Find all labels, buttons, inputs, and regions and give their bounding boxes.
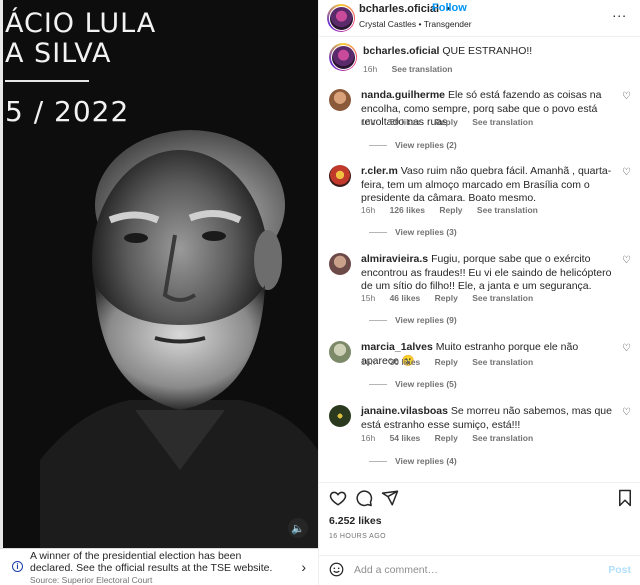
comment-likes[interactable]: 59 likes <box>390 117 421 127</box>
comment-avatar[interactable] <box>329 89 351 111</box>
post-button[interactable]: Post <box>608 564 631 576</box>
comment-avatar[interactable] <box>329 253 351 275</box>
caption-text-line: bcharles.oficial QUE ESTRANHO!! <box>363 45 532 57</box>
see-translation-link[interactable]: See translation <box>392 64 453 74</box>
send-icon[interactable] <box>381 489 399 507</box>
avatar-image <box>328 5 354 31</box>
reply-button[interactable]: Reply <box>435 117 458 127</box>
comment-text: almiravieira.s Fugiu, porque sabe que o … <box>361 253 619 294</box>
view-replies-label[interactable]: View replies (4) <box>395 456 457 466</box>
view-replies-label[interactable]: View replies (5) <box>395 379 457 389</box>
caption-avatar-image <box>330 44 356 70</box>
comment-text: janaine.vilasboas Se morreu não sabemos,… <box>361 405 619 432</box>
media-left-edge <box>0 0 3 548</box>
reply-button[interactable]: Reply <box>439 205 462 215</box>
speaker-muted-icon[interactable]: 🔈 <box>288 518 308 538</box>
comment-likes[interactable]: 126 likes <box>390 205 425 215</box>
more-options-icon[interactable]: ... <box>612 4 627 20</box>
comment-username[interactable]: janaine.vilasboas <box>361 405 448 417</box>
media-divider <box>5 80 89 82</box>
add-comment-bar: Add a comment… Post <box>319 555 640 583</box>
comment-avatar[interactable] <box>329 405 351 427</box>
post-media[interactable]: ÁCIO LULA A SILVA 5 / 2022 🔈 <box>0 0 318 548</box>
replies-line <box>369 320 387 322</box>
comment-avatar[interactable] <box>329 341 351 363</box>
comment-meta: 16h 126 likes Reply See translation <box>361 205 550 215</box>
comment-likes[interactable]: 30 likes <box>390 357 421 367</box>
avatar[interactable] <box>327 4 355 32</box>
media-title-line1: ÁCIO LULA <box>5 8 157 39</box>
heart-icon[interactable]: ♡ <box>622 255 631 266</box>
post-header: bcharles.oficial • Follow Crystal Castle… <box>319 0 640 37</box>
reply-button[interactable]: Reply <box>435 357 458 367</box>
comment-body: Vaso ruim não quebra fácil. Amanhã , qua… <box>361 165 612 204</box>
view-replies-button[interactable]: View replies (3) <box>369 227 457 237</box>
view-replies-button[interactable]: View replies (5) <box>369 379 457 389</box>
see-translation-link[interactable]: See translation <box>477 205 538 215</box>
post-timestamp[interactable]: 16 HOURS AGO <box>329 533 386 540</box>
view-replies-button[interactable]: View replies (4) <box>369 456 457 466</box>
comment-time[interactable]: 16h <box>361 433 375 443</box>
likes-count[interactable]: 6.252 likes <box>329 515 382 527</box>
comment-meta: 16h 54 likes Reply See translation <box>361 433 545 443</box>
comment-time[interactable]: 15h <box>361 293 375 303</box>
audio-label[interactable]: Crystal Castles • Transgender <box>359 19 472 29</box>
view-replies-button[interactable]: View replies (9) <box>369 315 457 325</box>
comment-username[interactable]: nanda.guilherme <box>361 89 445 101</box>
caption-text: QUE ESTRANHO!! <box>442 45 533 57</box>
comment-meta: 15h 46 likes Reply See translation <box>361 293 545 303</box>
smiley-icon[interactable] <box>329 562 344 577</box>
election-notice[interactable]: i A winner of the presidential election … <box>0 548 318 585</box>
replies-line <box>369 384 387 386</box>
heart-icon[interactable]: ♡ <box>622 407 631 418</box>
comment-text: r.cler.m Vaso ruim não quebra fácil. Ama… <box>361 165 619 206</box>
chevron-right-icon[interactable]: › <box>301 559 306 575</box>
media-title-line2: A SILVA <box>5 38 112 69</box>
comment-icon[interactable] <box>355 489 373 507</box>
caption-username[interactable]: bcharles.oficial <box>363 45 439 57</box>
see-translation-link[interactable]: See translation <box>472 117 533 127</box>
post-actions: 6.252 likes 16 HOURS AGO Add a comment… … <box>319 482 640 582</box>
view-replies-button[interactable]: View replies (2) <box>369 140 457 150</box>
reply-button[interactable]: Reply <box>435 293 458 303</box>
caption-avatar[interactable] <box>329 43 357 71</box>
comment-input[interactable]: Add a comment… <box>354 564 438 576</box>
see-translation-link[interactable]: See translation <box>472 293 533 303</box>
post-side-panel: bcharles.oficial • Follow Crystal Castle… <box>318 0 640 585</box>
replies-line <box>369 461 387 463</box>
comment-username[interactable]: marcia_1alves <box>361 341 433 353</box>
reply-button[interactable]: Reply <box>435 433 458 443</box>
see-translation-link[interactable]: See translation <box>472 433 533 443</box>
replies-line <box>369 232 387 234</box>
info-icon: i <box>12 561 23 572</box>
instagram-post-view: ÁCIO LULA A SILVA 5 / 2022 🔈 i A winner … <box>0 0 640 585</box>
caption-time[interactable]: 16h <box>363 64 377 74</box>
replies-line <box>369 145 387 147</box>
comment-avatar[interactable] <box>329 165 351 187</box>
comment-time[interactable]: 16h <box>361 117 375 127</box>
comment-likes[interactable]: 54 likes <box>390 433 421 443</box>
heart-icon[interactable] <box>329 489 347 507</box>
portrait-photo <box>40 130 318 548</box>
comment-username[interactable]: r.cler.m <box>361 165 398 177</box>
heart-icon[interactable]: ♡ <box>622 343 631 354</box>
caption-meta: 16h See translation <box>363 64 465 74</box>
comment-meta: 16h 59 likes Reply See translation <box>361 117 545 127</box>
view-replies-label[interactable]: View replies (9) <box>395 315 457 325</box>
author-username-text[interactable]: bcharles.oficial <box>359 3 439 15</box>
heart-icon[interactable]: ♡ <box>622 91 631 102</box>
see-translation-link[interactable]: See translation <box>472 357 533 367</box>
notice-source: Source: Superior Electoral Court <box>30 575 153 585</box>
comment-time[interactable]: 16h <box>361 357 375 367</box>
view-replies-label[interactable]: View replies (2) <box>395 140 457 150</box>
follow-button[interactable]: Follow <box>432 2 467 14</box>
view-replies-label[interactable]: View replies (3) <box>395 227 457 237</box>
heart-icon[interactable]: ♡ <box>622 167 631 178</box>
comment-likes[interactable]: 46 likes <box>390 293 421 303</box>
bookmark-icon[interactable] <box>617 489 633 507</box>
comment-time[interactable]: 16h <box>361 205 375 215</box>
notice-message: A winner of the presidential election ha… <box>30 550 273 574</box>
comment-username[interactable]: almiravieira.s <box>361 253 428 265</box>
comment-meta: 16h 30 likes Reply See translation <box>361 357 545 367</box>
